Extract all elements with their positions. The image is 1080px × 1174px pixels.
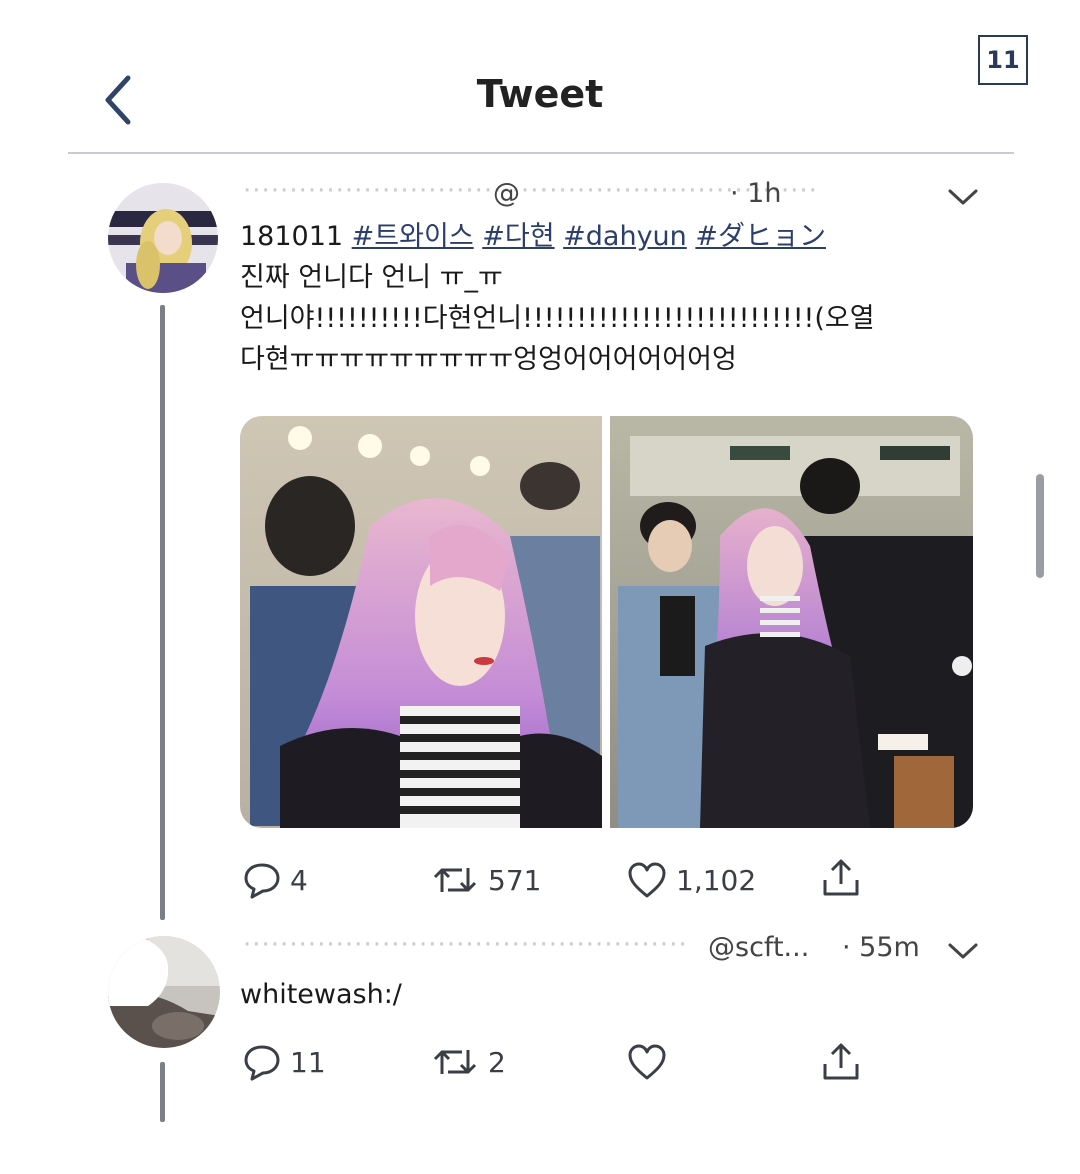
heart-icon xyxy=(628,862,666,898)
speech-bubble-icon xyxy=(244,863,280,899)
retweet-button[interactable]: 571 xyxy=(430,860,541,900)
speech-bubble-icon xyxy=(244,1045,280,1081)
scrollbar[interactable] xyxy=(1036,474,1044,578)
page-title: Tweet xyxy=(476,72,604,116)
retweet-count: 571 xyxy=(488,863,542,897)
tweet-photo[interactable] xyxy=(610,416,973,828)
timestamp[interactable]: · 1h xyxy=(730,178,781,209)
reply-button[interactable]: 11 xyxy=(242,1042,326,1082)
thread-line xyxy=(160,305,165,920)
reply-button[interactable]: 4 xyxy=(242,860,308,900)
tweet-line: 언니야!!!!!!!!!!다현언니!!!!!!!!!!!!!!!!!!!!!!!… xyxy=(240,303,875,334)
username[interactable]: @scft... xyxy=(708,932,809,963)
like-button[interactable] xyxy=(626,1042,676,1082)
share-icon[interactable] xyxy=(820,856,862,900)
chevron-down-icon[interactable] xyxy=(946,940,980,962)
reply-text: whitewash:/ xyxy=(240,979,402,1010)
date-prefix: 181011 xyxy=(240,221,344,252)
tweet-text: 181011 #트와이스 #다현 #dahyun #ダヒョン 진짜 언니다 언니… xyxy=(240,216,940,380)
tweet-line: 진짜 언니다 언니 ㅠ_ㅠ xyxy=(240,262,503,293)
retweet-button[interactable]: 2 xyxy=(430,1042,506,1082)
avatar[interactable] xyxy=(108,183,218,293)
tweet-photo[interactable] xyxy=(240,416,602,828)
retweet-icon xyxy=(433,1050,477,1074)
heart-icon xyxy=(628,1044,666,1080)
avatar[interactable] xyxy=(108,936,220,1048)
tweet-line: 181011 #트와이스 #다현 #dahyun #ダヒョン xyxy=(240,216,940,257)
share-icon[interactable] xyxy=(820,1040,862,1084)
chevron-down-icon[interactable] xyxy=(946,186,980,208)
display-name-redacted: ········································… xyxy=(243,930,688,960)
retweet-count: 2 xyxy=(488,1045,506,1079)
like-button[interactable]: 1,102 xyxy=(626,860,756,900)
hashtag-link[interactable]: #트와이스 xyxy=(352,221,474,252)
like-count: 1,102 xyxy=(676,863,757,897)
tweet-line: 다현ㅠㅠㅠㅠㅠㅠㅠㅠㅠ엉엉어어어어어어엉 xyxy=(240,344,737,375)
tweet-media[interactable] xyxy=(240,416,973,828)
username[interactable]: @ xyxy=(493,178,520,209)
hashtag-link[interactable]: #다현 xyxy=(482,221,554,252)
hashtag-link[interactable]: #dahyun xyxy=(563,221,687,252)
reply-count: 4 xyxy=(290,863,308,897)
header-divider xyxy=(68,152,1014,154)
reply-count: 11 xyxy=(290,1045,326,1079)
retweet-icon xyxy=(433,868,477,892)
hashtag-link[interactable]: #ダヒョン xyxy=(695,221,826,252)
thread-line xyxy=(160,1062,165,1122)
timestamp[interactable]: · 55m xyxy=(842,932,920,963)
